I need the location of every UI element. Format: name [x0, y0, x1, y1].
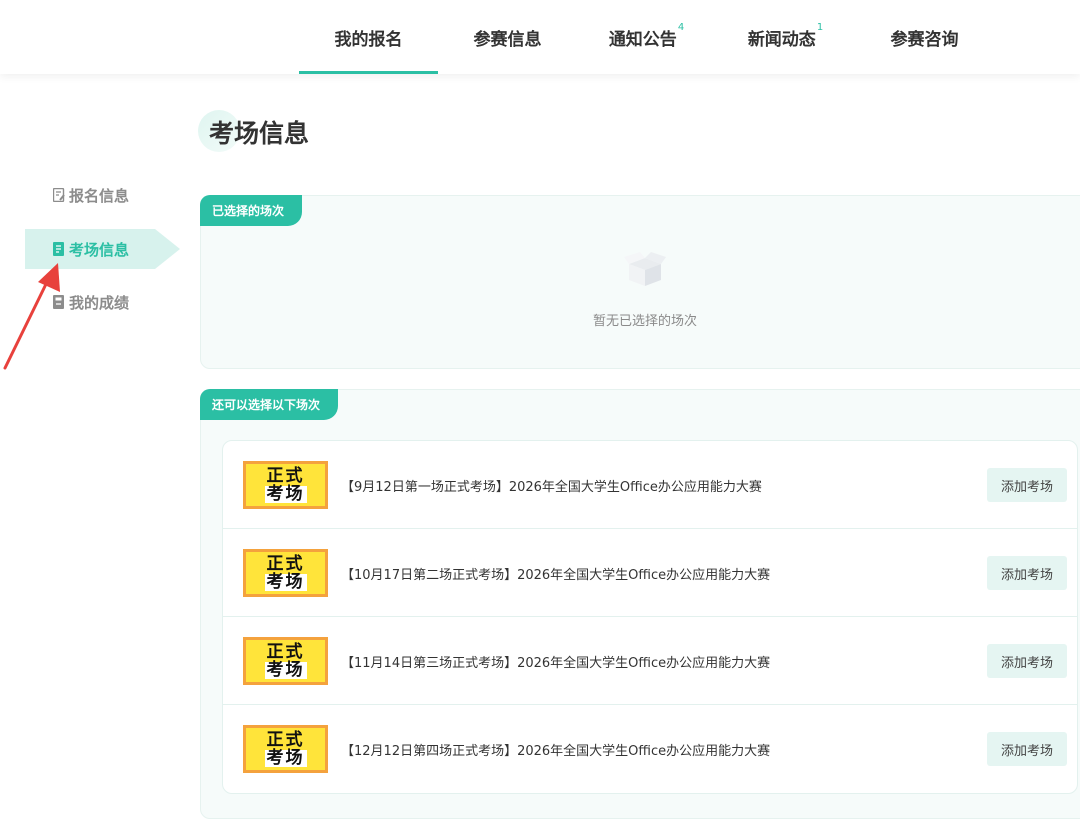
tab-label: 参赛信息 — [473, 29, 542, 50]
thumb-line2: 考场 — [264, 483, 307, 504]
exam-room-icon — [53, 242, 64, 256]
exam-session-thumbnail: 正式 考场 — [243, 549, 328, 597]
tab-notices[interactable]: 通知公告 4 — [577, 0, 716, 74]
session-title: 【12月12日第四场正式考场】2026年全国大学生Office办公应用能力大赛 — [341, 743, 771, 759]
session-row: 正式 考场 【10月17日第二场正式考场】2026年全国大学生Office办公应用… — [223, 529, 1077, 617]
selected-sessions-panel: 已选择的场次 暂无已选择的场次 — [200, 195, 1080, 369]
selected-sessions-tag: 已选择的场次 — [200, 195, 303, 226]
exam-session-thumbnail: 正式 考场 — [243, 725, 328, 773]
add-exam-room-button[interactable]: 添加考场 — [987, 556, 1067, 590]
thumb-line2: 考场 — [264, 747, 307, 768]
session-row: 正式 考场 【11月14日第三场正式考场】2026年全国大学生Office办公应用… — [223, 617, 1077, 705]
available-sessions-tag: 还可以选择以下场次 — [200, 389, 339, 420]
thumb-line1: 正式 — [266, 729, 305, 750]
sidebar-item-label: 考场信息 — [69, 240, 130, 259]
session-title: 【10月17日第二场正式考场】2026年全国大学生Office办公应用能力大赛 — [341, 567, 771, 583]
thumb-line1: 正式 — [266, 641, 305, 662]
thumb-line1: 正式 — [266, 553, 305, 574]
exam-session-thumbnail: 正式 考场 — [243, 461, 328, 509]
empty-state-text: 暂无已选择的场次 — [592, 314, 697, 329]
available-sessions-panel: 还可以选择以下场次 正式 考场 【9月12日第一场正式考场】2026年全国大学生O… — [200, 389, 1080, 819]
tab-consultation[interactable]: 参赛咨询 — [855, 0, 994, 74]
empty-box-icon — [624, 252, 666, 286]
annotation-arrow-icon — [3, 263, 60, 370]
sidebar-item-label: 我的成绩 — [69, 293, 130, 312]
add-exam-room-button[interactable]: 添加考场 — [987, 732, 1067, 766]
top-nav: 我的报名 参赛信息 通知公告 4 新闻动态 1 参赛咨询 — [0, 0, 1080, 74]
tab-competition-info[interactable]: 参赛信息 — [438, 0, 577, 74]
tab-news[interactable]: 新闻动态 1 — [716, 0, 855, 74]
add-exam-room-button[interactable]: 添加考场 — [987, 644, 1067, 678]
sidebar-item-registration-info[interactable]: 报名信息 — [25, 175, 155, 215]
notice-count-badge: 4 — [677, 21, 685, 33]
thumb-line1: 正式 — [266, 465, 305, 486]
session-title: 【9月12日第一场正式考场】2026年全国大学生Office办公应用能力大赛 — [341, 479, 762, 495]
tab-label: 参赛咨询 — [890, 29, 959, 50]
session-row: 正式 考场 【9月12日第一场正式考场】2026年全国大学生Office办公应用能… — [223, 441, 1077, 529]
tab-label: 通知公告 — [608, 29, 677, 50]
edit-icon — [53, 188, 65, 202]
session-list: 正式 考场 【9月12日第一场正式考场】2026年全国大学生Office办公应用能… — [222, 440, 1078, 794]
session-row: 正式 考场 【12月12日第四场正式考场】2026年全国大学生Office办公应用… — [223, 705, 1077, 793]
tab-label: 我的报名 — [334, 29, 403, 50]
tab-label: 新闻动态 — [747, 29, 816, 50]
sidebar-item-label: 报名信息 — [69, 186, 130, 205]
news-count-badge: 1 — [816, 21, 824, 33]
add-exam-room-button[interactable]: 添加考场 — [987, 468, 1067, 502]
session-title: 【11月14日第三场正式考场】2026年全国大学生Office办公应用能力大赛 — [341, 655, 771, 671]
thumb-line2: 考场 — [264, 571, 307, 592]
exam-session-thumbnail: 正式 考场 — [243, 637, 328, 685]
thumb-line2: 考场 — [264, 659, 307, 680]
page-title: 考场信息 — [209, 119, 310, 148]
tab-my-registration[interactable]: 我的报名 — [299, 0, 438, 74]
